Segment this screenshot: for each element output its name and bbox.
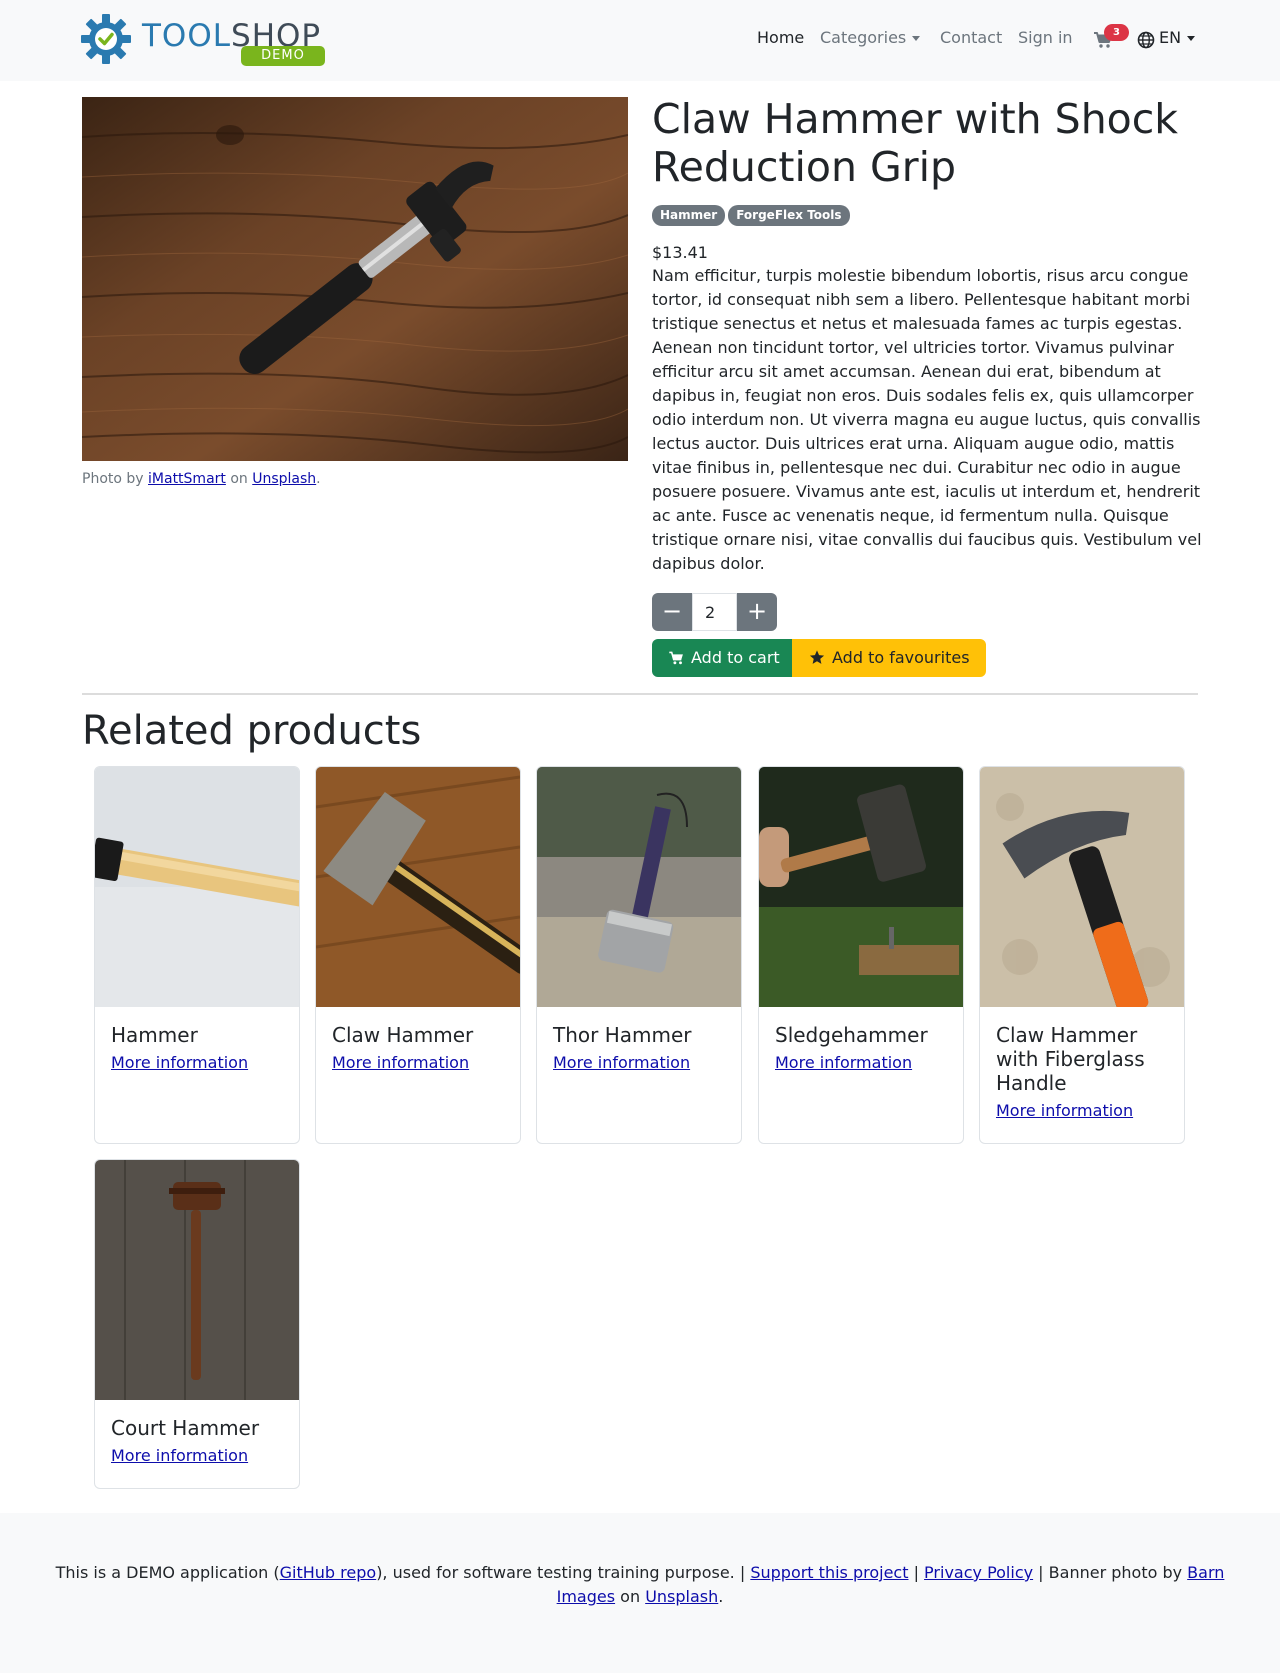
footer-text-4: on <box>615 1587 646 1606</box>
product-card-image <box>95 767 299 1007</box>
photo-credit-prefix: Photo by <box>82 471 149 487</box>
footer-separator: | <box>908 1563 925 1582</box>
product-image <box>82 97 628 461</box>
product-card-image <box>95 1160 299 1400</box>
nav-categories-label: Categories <box>820 28 907 47</box>
nav-categories[interactable]: Categories <box>820 28 921 47</box>
more-information-link[interactable]: More information <box>537 1053 741 1072</box>
product-card[interactable]: Court Hammer More information <box>94 1159 300 1489</box>
chevron-down-icon <box>1187 36 1196 41</box>
product-card-image <box>316 767 520 1007</box>
product-card[interactable]: Sledgehammer More information <box>758 766 964 1144</box>
product-card-title: Sledgehammer <box>775 1023 928 1047</box>
star-icon <box>809 650 825 664</box>
photo-author-link[interactable]: iMattSmart <box>148 471 226 487</box>
main-nav: Home Categories Contact Sign in <box>0 28 1280 52</box>
tag-brand: ForgeFlex Tools <box>728 205 850 226</box>
decrease-quantity-button[interactable]: − <box>652 593 692 631</box>
product-title: Claw Hammer with Shock Reduction Grip <box>652 95 1179 191</box>
more-information-link[interactable]: More information <box>95 1053 299 1072</box>
github-repo-link[interactable]: GitHub repo <box>280 1563 377 1582</box>
photo-credit: Photo by iMattSmart on Unsplash. <box>82 471 321 487</box>
add-to-favourites-button[interactable]: Add to favourites <box>792 639 986 677</box>
more-information-link[interactable]: More information <box>316 1053 520 1072</box>
tag-category: Hammer <box>652 205 726 226</box>
more-information-link[interactable]: More information <box>759 1053 963 1072</box>
product-card-title: Thor Hammer <box>553 1023 692 1047</box>
product-price: $13.41 <box>652 243 708 262</box>
product-card[interactable]: Hammer More information <box>94 766 300 1144</box>
add-to-favourites-label: Add to favourites <box>832 648 970 667</box>
quantity-stepper: − + <box>652 593 777 631</box>
cart-icon <box>669 651 683 665</box>
product-card-title: Claw Hammer <box>332 1023 474 1047</box>
privacy-policy-link[interactable]: Privacy Policy <box>924 1563 1033 1582</box>
footer-text: This is a DEMO application (GitHub repo)… <box>40 1561 1240 1609</box>
footer-text-3: | Banner photo by <box>1033 1563 1188 1582</box>
product-card[interactable]: Thor Hammer More information <box>536 766 742 1144</box>
more-information-link[interactable]: More information <box>980 1101 1184 1120</box>
photo-site-link[interactable]: Unsplash <box>252 471 316 487</box>
language-selector[interactable]: EN <box>1159 28 1196 47</box>
add-to-cart-button[interactable]: Add to cart <box>652 639 792 677</box>
footer-text-2: ), used for software testing training pu… <box>376 1563 751 1582</box>
navbar: TOOLSHOP DEMO Home Categories Contact Si… <box>0 0 1280 81</box>
nav-sign-in[interactable]: Sign in <box>1018 28 1073 47</box>
product-card-image <box>537 767 741 1007</box>
footer-text-5: . <box>718 1587 724 1606</box>
unsplash-link[interactable]: Unsplash <box>645 1587 718 1606</box>
more-information-link[interactable]: More information <box>95 1446 299 1465</box>
product-card-image <box>759 767 963 1007</box>
product-description: Nam efficitur, turpis molestie bibendum … <box>652 266 1202 573</box>
product-card[interactable]: Claw Hammer with Fiberglass Handle More … <box>979 766 1185 1144</box>
footer-text-1: This is a DEMO application ( <box>55 1563 280 1582</box>
cart-count-badge: 3 <box>1104 24 1129 41</box>
product-card[interactable]: Claw Hammer More information <box>315 766 521 1144</box>
photo-credit-middle: on <box>225 471 253 487</box>
photo-credit-suffix: . <box>316 471 321 487</box>
product-tags: Hammer ForgeFlex Tools <box>652 204 853 226</box>
product-card-title: Hammer <box>111 1023 198 1047</box>
product-card-title: Claw Hammer with Fiberglass Handle <box>996 1023 1145 1095</box>
support-project-link[interactable]: Support this project <box>750 1563 908 1582</box>
add-to-cart-label: Add to cart <box>691 648 780 667</box>
section-divider <box>82 693 1198 695</box>
nav-contact[interactable]: Contact <box>940 28 1002 47</box>
product-card-image <box>980 767 1184 1007</box>
quantity-input[interactable] <box>692 593 737 631</box>
footer: This is a DEMO application (GitHub repo)… <box>0 1513 1280 1673</box>
product-card-title: Court Hammer <box>111 1416 260 1440</box>
language-label: EN <box>1159 28 1182 47</box>
nav-home[interactable]: Home <box>757 28 804 47</box>
chevron-down-icon <box>912 36 921 41</box>
related-products-heading: Related products <box>82 708 422 754</box>
globe-icon[interactable] <box>1137 31 1155 49</box>
increase-quantity-button[interactable]: + <box>737 593 777 631</box>
